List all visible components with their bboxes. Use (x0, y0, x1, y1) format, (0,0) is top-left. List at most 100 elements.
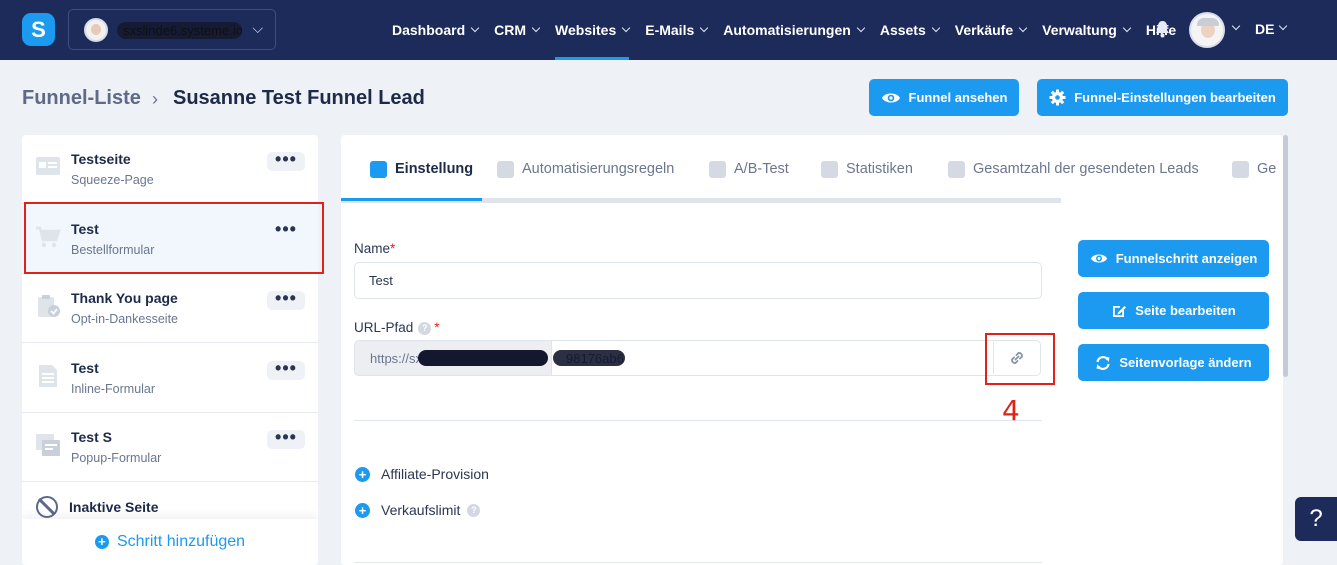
breadcrumb-funnel-list[interactable]: Funnel-Liste (22, 87, 141, 110)
required-mark: * (434, 320, 440, 335)
tab-statistiken[interactable]: Statistiken (821, 159, 913, 179)
show-funnel-step-button[interactable]: Funnelschritt anzeigen (1078, 240, 1269, 277)
annotation-number: 4 (1002, 394, 1020, 427)
account-switcher[interactable]: sxslinde6.systeme.io ⌵ (68, 9, 276, 50)
view-funnel-button[interactable]: Funnel ansehen (869, 79, 1019, 116)
change-template-button[interactable]: Seitenvorlage ändern (1078, 344, 1269, 381)
name-label-text: Name (354, 241, 391, 256)
tab-bar: Einstellung Automatisierungsregeln A/B-Tes… (341, 135, 1283, 199)
redaction-mark (418, 350, 548, 366)
chevron-down-icon (470, 23, 480, 32)
nav-label: Websites (555, 22, 617, 38)
nav-verkäufe[interactable]: Verkäufe (954, 0, 1028, 60)
edit-page-button[interactable]: Seite bearbeiten (1078, 292, 1269, 329)
refresh-icon (1096, 355, 1110, 370)
step-title: Test S (71, 429, 112, 445)
sales-limit-label: Verkaufslimit (381, 502, 461, 518)
nav-crm[interactable]: CRM (494, 0, 541, 60)
nav-label: Verwaltung (1042, 22, 1117, 38)
language-chevron-icon[interactable] (1278, 21, 1288, 31)
tab-label: Einstellung (395, 161, 474, 177)
help-icon[interactable]: ? (418, 322, 432, 335)
tab-icon (821, 160, 838, 178)
user-avatar[interactable] (1189, 12, 1225, 48)
name-input-value: Test (369, 273, 393, 288)
step-settings-panel: Einstellung Automatisierungsregeln A/B-Tes… (341, 135, 1283, 565)
add-step-button[interactable]: + Schritt hinzufügen (22, 519, 318, 565)
tab-label: A/B-Test (734, 161, 789, 177)
nav-automatisierungen[interactable]: Automatisierungen (723, 0, 866, 60)
chevron-down-icon (1122, 23, 1132, 32)
nav-assets[interactable]: Assets (879, 0, 940, 60)
url-path-field-label: URL-Pfad? * (354, 320, 440, 335)
change-template-label: Seitenvorlage ändern (1119, 355, 1252, 370)
chevron-down-icon (621, 23, 631, 32)
systeme-logo[interactable]: S (22, 13, 55, 46)
edit-icon (1113, 305, 1127, 317)
nav-label: Verkäufe (954, 22, 1014, 38)
nav-label: Automatisierungen (723, 22, 851, 38)
section-divider (354, 562, 1042, 563)
help-icon[interactable]: ? (467, 503, 481, 517)
help-chat-button[interactable]: ? (1295, 497, 1337, 541)
nav-label: CRM (494, 22, 527, 38)
tab-einstellung[interactable]: Einstellung (370, 159, 473, 179)
sales-limit-expander[interactable]: + Verkaufslimit? (355, 502, 483, 518)
funnel-step-item[interactable]: Testseite Squeeze-Page ••• (22, 135, 318, 204)
tab-icon (948, 160, 965, 178)
eye-icon (1090, 254, 1107, 263)
active-tab-indicator (341, 198, 482, 201)
inactive-pages-label: Inaktive Seite (69, 499, 159, 515)
nav-e-mails[interactable]: E-Mails (645, 0, 709, 60)
annotation-highlight-selected-step (24, 202, 324, 274)
plus-circle-icon: + (355, 466, 370, 482)
inactive-icon (36, 496, 58, 518)
user-menu-chevron-icon[interactable] (1231, 21, 1241, 31)
chevron-down-icon (531, 23, 541, 32)
plus-circle-icon: + (94, 535, 109, 549)
name-input[interactable]: Test (354, 262, 1042, 299)
nav-websites[interactable]: Websites (555, 0, 631, 60)
affiliate-commission-expander[interactable]: + Affiliate-Provision (355, 466, 489, 482)
more-options-icon[interactable]: ••• (267, 359, 305, 380)
url-label-text: URL-Pfad (354, 320, 414, 335)
more-options-icon[interactable]: ••• (267, 150, 305, 171)
more-options-icon[interactable]: ••• (267, 428, 305, 449)
edit-funnel-settings-label: Funnel-Einstellungen bearbeiten (1074, 90, 1276, 105)
required-mark: * (390, 241, 396, 256)
edit-funnel-settings-button[interactable]: Funnel-Einstellungen bearbeiten (1037, 79, 1288, 116)
notification-bell-icon[interactable] (1155, 20, 1170, 38)
tab-a-b-test[interactable]: A/B-Test (709, 159, 789, 179)
scrollbar[interactable] (1283, 135, 1288, 377)
redaction-mark (553, 350, 625, 366)
tab-ge[interactable]: Ge (1232, 159, 1276, 179)
tab-icon (709, 160, 726, 178)
nav-verwaltung[interactable]: Verwaltung (1042, 0, 1132, 60)
tab-label: Ge (1257, 161, 1277, 177)
gear-icon (1049, 89, 1066, 106)
nav-dashboard[interactable]: Dashboard (392, 0, 480, 60)
popup-icon (35, 433, 61, 457)
funnel-step-item[interactable]: Test Inline-Formular ••• (22, 344, 318, 413)
chevron-down-icon (1018, 23, 1028, 32)
nav-label: Assets (879, 22, 926, 38)
step-type: Inline-Formular (71, 381, 156, 396)
inactive-pages-section[interactable]: Inaktive Seite (22, 481, 318, 521)
chevron-down-icon (700, 23, 709, 32)
step-title: Test (71, 359, 99, 376)
nav-label: Dashboard (392, 22, 466, 38)
clipboard-check-icon (35, 294, 61, 318)
tab-gesamtzahl-der-gesendeten-leads[interactable]: Gesamtzahl der gesendeten Leads (948, 159, 1199, 179)
tab-automatisierungsregeln[interactable]: Automatisierungsregeln (497, 159, 674, 179)
section-divider (354, 420, 1042, 421)
step-type: Popup-Formular (71, 451, 162, 465)
funnel-step-item[interactable]: Thank You page Opt-in-Dankesseite ••• (22, 274, 318, 343)
tab-label: Statistiken (846, 161, 913, 177)
language-selector[interactable]: DE (1255, 21, 1274, 37)
tab-icon (370, 160, 387, 178)
top-navigation-bar: S sxslinde6.systeme.io ⌵ Dashboard CRM Web… (0, 0, 1337, 60)
funnel-step-item[interactable]: Test S Popup-Formular ••• (22, 413, 318, 482)
squeeze-page-icon (35, 155, 61, 179)
more-options-icon[interactable]: ••• (267, 289, 305, 310)
view-funnel-label: Funnel ansehen (908, 90, 1008, 105)
